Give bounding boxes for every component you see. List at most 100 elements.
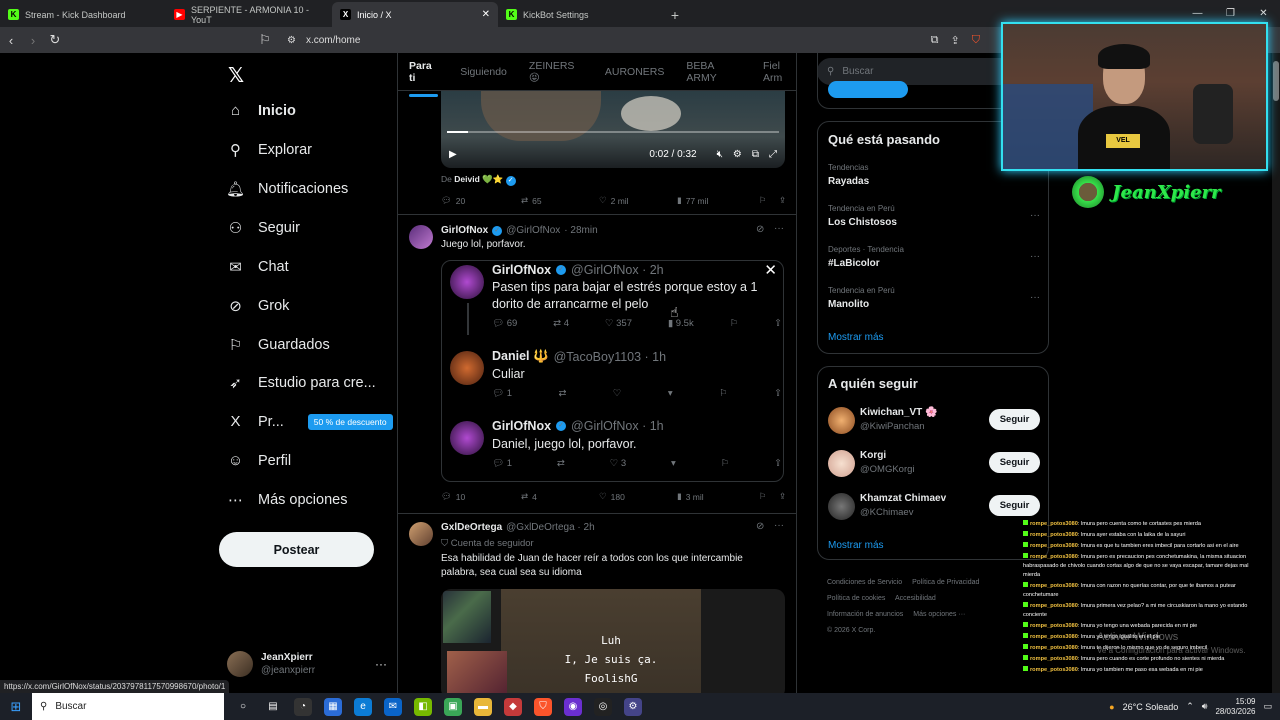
suggested-name[interactable]: Kiwichan_VT 🌸: [860, 407, 937, 418]
avatar[interactable]: [409, 522, 433, 546]
taskbar-search-input[interactable]: ⚲ Buscar: [32, 693, 224, 720]
like-button[interactable]: ♡ 180: [599, 491, 677, 502]
x-logo-icon[interactable]: 𝕏: [228, 63, 244, 88]
video-player[interactable]: ▶ 0:02 / 0:32 🔇︎ ⚙ ⧉ ⤢: [441, 91, 785, 168]
avatar[interactable]: [828, 407, 855, 434]
more-icon[interactable]: ···: [1030, 292, 1040, 303]
share-icon[interactable]: ⇪: [779, 195, 786, 206]
tab-youtube[interactable]: ▶ SERPIENTE - ARMONIA 10 - YouT: [166, 2, 332, 27]
like-button[interactable]: ♡ 2 mil: [599, 195, 677, 206]
tab-fiel-army[interactable]: Fiel Arm: [763, 60, 796, 84]
footer-link[interactable]: Política de Privacidad: [912, 579, 979, 586]
source-name[interactable]: Deivid 💚⭐: [454, 174, 503, 184]
chevron-up-icon[interactable]: ⌃: [1186, 701, 1194, 712]
more-icon[interactable]: ···: [375, 657, 387, 671]
footer-link[interactable]: Política de cookies: [827, 595, 885, 602]
author-name[interactable]: GirlOfNox: [441, 225, 488, 236]
follow-suggestion[interactable]: Korgi @OMGKorgi Seguir: [828, 448, 1040, 480]
trend-item[interactable]: Tendencia en Perú Manolito ···: [828, 286, 1040, 310]
share-icon[interactable]: ⇪: [779, 491, 786, 502]
app-icon[interactable]: ▣: [444, 697, 462, 716]
cortana-icon[interactable]: ○: [234, 698, 252, 716]
tab-kick-dashboard[interactable]: K Stream - Kick Dashboard: [0, 2, 166, 27]
tab-kickbot-settings[interactable]: K KickBot Settings: [498, 2, 664, 27]
follow-button[interactable]: Seguir: [989, 409, 1040, 430]
pip-icon[interactable]: ⧉: [752, 149, 759, 160]
app-icon[interactable]: ◆: [504, 697, 522, 716]
open-external-icon[interactable]: ⧉: [931, 34, 939, 47]
forward-icon[interactable]: ›: [22, 33, 44, 48]
scrollbar-thumb[interactable]: [1273, 61, 1279, 101]
footer-link[interactable]: Accesibilidad: [895, 595, 936, 602]
app-icon[interactable]: ⚙: [624, 697, 642, 716]
bookmark-page-icon[interactable]: ⚐: [254, 32, 276, 48]
tab-siguiendo[interactable]: Siguiendo: [460, 66, 507, 78]
video-progress-bar[interactable]: [447, 131, 779, 133]
premium-discount-badge[interactable]: 50 % de descuento: [307, 413, 393, 430]
avatar[interactable]: [409, 225, 433, 249]
obs-icon[interactable]: ◎: [594, 697, 612, 716]
views-button[interactable]: ▮ 3 mil: [677, 491, 759, 502]
new-tab-button[interactable]: +: [664, 2, 686, 27]
reload-icon[interactable]: ↻: [44, 32, 66, 48]
task-view-icon[interactable]: ▤: [264, 698, 282, 716]
app-icon[interactable]: ◉: [564, 697, 582, 716]
embedded-thread-image[interactable]: ✕ GirlOfNox ✓ @GirlOfNox · 2h Pasen tips…: [441, 260, 784, 482]
tab-auroners[interactable]: AURONERS: [605, 66, 665, 78]
trend-item[interactable]: Tendencia en Perú Los Chistosos ···: [828, 204, 1040, 228]
nav-item[interactable]: ⚐ Guardados: [227, 336, 330, 354]
tab-para-ti[interactable]: Para ti: [409, 60, 439, 97]
subscribe-button[interactable]: [828, 81, 908, 98]
clock[interactable]: 15:09 28/03/2026: [1215, 697, 1255, 717]
fullscreen-icon[interactable]: ⤢: [769, 149, 777, 160]
window-close-icon[interactable]: ✕: [1247, 8, 1280, 19]
avatar[interactable]: [828, 450, 855, 477]
account-switcher[interactable]: JeanXpierr @jeanxpierr ···: [227, 649, 387, 679]
edge-icon[interactable]: e: [354, 697, 372, 716]
mail-icon[interactable]: ✉: [384, 697, 402, 716]
folder-icon[interactable]: ▬: [474, 697, 492, 716]
footer-link[interactable]: Información de anuncios: [827, 611, 903, 618]
nav-item[interactable]: ➶ Estudio para cre...: [227, 374, 375, 392]
tab-x-home[interactable]: X Inicio / X ✕: [332, 2, 498, 27]
author-handle[interactable]: @GxlDeOrtega · 2h: [506, 522, 595, 533]
brave-shield-icon[interactable]: ⛉: [972, 34, 980, 47]
suggested-name[interactable]: Khamzat Chimaev: [860, 493, 946, 504]
footer-link[interactable]: Condiciones de Servicio: [827, 579, 902, 586]
grok-icon[interactable]: ⊘: [756, 521, 764, 532]
app-icon[interactable]: ◔: [294, 697, 312, 716]
more-icon[interactable]: ···: [1030, 210, 1040, 221]
repost-button[interactable]: ⇄ 4: [521, 491, 599, 502]
volume-icon[interactable]: 🔊︎: [1202, 701, 1208, 712]
back-icon[interactable]: ‹: [0, 33, 22, 48]
nav-item[interactable]: ⚇ Seguir: [227, 219, 300, 237]
mute-icon[interactable]: 🔇︎: [717, 149, 723, 160]
tab-beba-army[interactable]: BEBA ARMY: [686, 60, 741, 84]
settings-icon[interactable]: ⚙: [733, 149, 742, 160]
grok-icon[interactable]: ⊘: [756, 224, 764, 235]
nav-item[interactable]: ⚲ Explorar: [227, 141, 312, 159]
weather-text[interactable]: 26°C Soleado: [1123, 702, 1179, 712]
notification-icon[interactable]: ▭: [1263, 701, 1272, 712]
bookmark-icon[interactable]: ⚐: [759, 195, 779, 206]
follow-suggestion[interactable]: Kiwichan_VT 🌸 @KiwiPanchan Seguir: [828, 405, 1040, 437]
footer-link[interactable]: Más opciones ···: [913, 611, 965, 618]
tab-zeiners[interactable]: ZEINERS 😝: [529, 60, 583, 84]
more-icon[interactable]: ···: [774, 520, 784, 531]
reply-button[interactable]: 💬︎ 20: [441, 195, 521, 206]
nav-item[interactable]: ☺ Perfil: [227, 452, 291, 469]
suggested-name[interactable]: Korgi: [860, 450, 886, 461]
brave-icon[interactable]: ⛉: [534, 697, 552, 716]
nav-item[interactable]: ⋯ Más opciones: [227, 491, 347, 509]
author-name[interactable]: GxlDeOrtega: [441, 522, 502, 533]
repost-button[interactable]: ⇄ 65: [521, 195, 599, 206]
play-icon[interactable]: ▶: [449, 149, 457, 160]
nvidia-icon[interactable]: ◧: [414, 697, 432, 716]
more-icon[interactable]: ···: [1030, 251, 1040, 262]
nav-item[interactable]: X Pr... 50 % de descuento: [227, 413, 393, 430]
post-time[interactable]: · 28min: [564, 225, 597, 236]
follow-button[interactable]: Seguir: [989, 452, 1040, 473]
show-more-link[interactable]: Mostrar más: [828, 540, 884, 551]
reply-button[interactable]: 💬︎ 10: [441, 491, 521, 502]
nav-item[interactable]: ⌂ Inicio: [227, 102, 296, 119]
